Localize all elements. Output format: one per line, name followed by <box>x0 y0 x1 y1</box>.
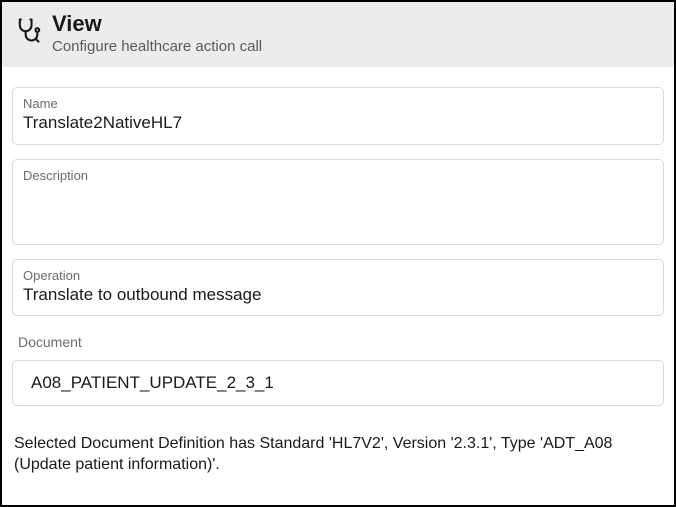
description-label: Description <box>23 168 653 183</box>
name-field[interactable]: Name Translate2NativeHL7 <box>12 87 664 144</box>
document-section-label: Document <box>18 334 664 350</box>
name-value: Translate2NativeHL7 <box>23 113 653 133</box>
name-label: Name <box>23 96 653 111</box>
document-field[interactable]: A08_PATIENT_UPDATE_2_3_1 <box>12 360 664 406</box>
page-header: View Configure healthcare action call <box>2 2 674 67</box>
content-area: Name Translate2NativeHL7 Description Ope… <box>2 67 674 485</box>
document-info-text: Selected Document Definition has Standar… <box>12 434 664 476</box>
page-title: View <box>52 12 262 36</box>
stethoscope-icon <box>14 16 42 44</box>
description-field[interactable]: Description <box>12 159 664 245</box>
operation-value: Translate to outbound message <box>23 285 653 305</box>
operation-label: Operation <box>23 268 653 283</box>
document-value: A08_PATIENT_UPDATE_2_3_1 <box>31 373 645 393</box>
header-text-block: View Configure healthcare action call <box>52 12 262 55</box>
page-subtitle: Configure healthcare action call <box>52 38 262 55</box>
operation-field[interactable]: Operation Translate to outbound message <box>12 259 664 316</box>
